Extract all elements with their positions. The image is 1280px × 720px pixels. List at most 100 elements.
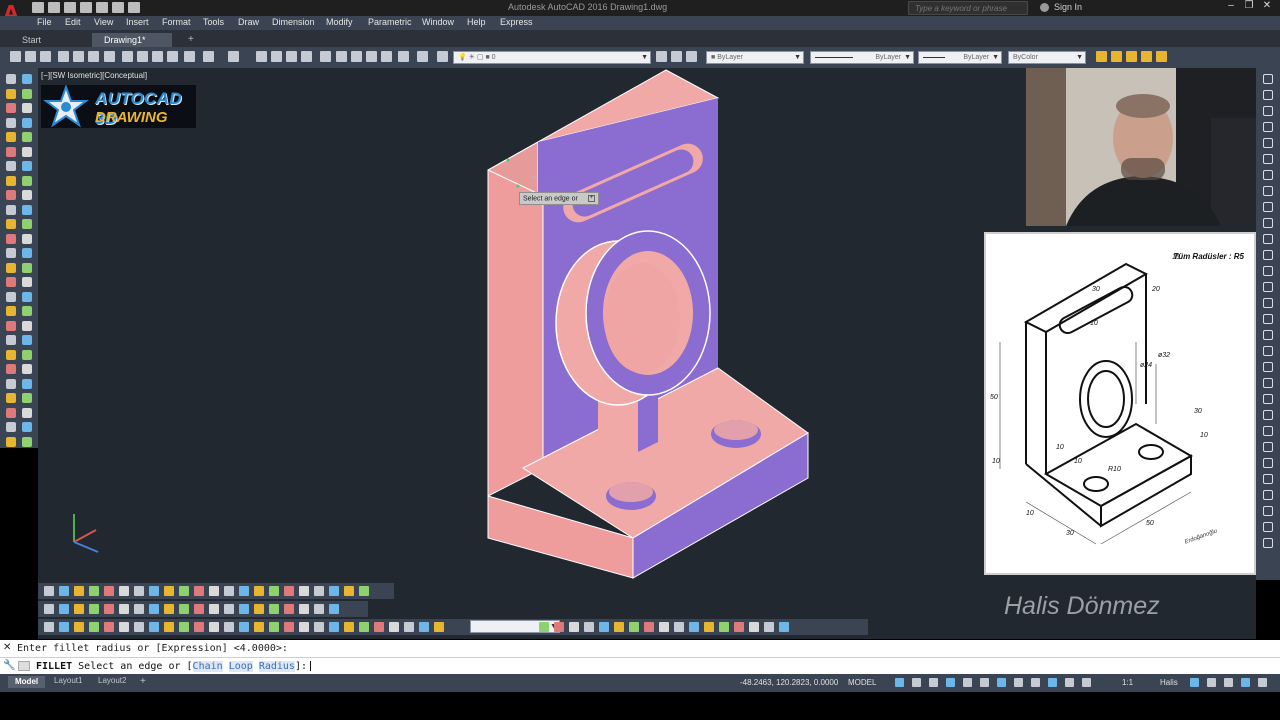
toolbar0-tool-12-icon[interactable]: [224, 586, 234, 596]
option-chain[interactable]: Chain: [192, 661, 223, 672]
menu-tools[interactable]: Tools: [203, 17, 224, 27]
tab-start[interactable]: Start: [10, 33, 53, 47]
draw-tool-21-icon[interactable]: [22, 219, 32, 229]
menu-help[interactable]: Help: [467, 17, 486, 27]
draw-tool-26-icon[interactable]: [6, 262, 16, 273]
toolbar2-tool-27-icon[interactable]: [539, 622, 549, 632]
toolbar1-tool-9-icon[interactable]: [179, 604, 189, 614]
draw-tool-41-icon[interactable]: [22, 364, 32, 374]
toolbar2-tool-17-icon[interactable]: [299, 622, 309, 632]
draw-tool-42-icon[interactable]: [6, 378, 16, 389]
draw-tool-38-icon[interactable]: [6, 349, 16, 360]
status-toggle-12-icon[interactable]: [1190, 678, 1199, 687]
toolbar0-tool-11-icon[interactable]: [209, 586, 219, 596]
menu-modify[interactable]: Modify: [326, 17, 353, 27]
status-toggle-14-icon[interactable]: [1224, 678, 1233, 687]
draw-tool-49-icon[interactable]: [22, 422, 32, 432]
design-center-icon[interactable]: [336, 51, 347, 62]
draw-tool-46-icon[interactable]: [6, 407, 16, 418]
pan-icon[interactable]: [256, 51, 267, 62]
toolbar0-tool-4-icon[interactable]: [104, 586, 114, 596]
toolbar2-tool-12-icon[interactable]: [224, 622, 234, 632]
toolbar2-tool-10-icon[interactable]: [194, 622, 204, 632]
toolbar0-tool-19-icon[interactable]: [329, 586, 339, 596]
view-tool-14-icon[interactable]: [1263, 298, 1273, 308]
view-tool-5-icon[interactable]: [1263, 154, 1273, 164]
view-tool-3-icon[interactable]: [1263, 122, 1273, 132]
draw-tool-27-icon[interactable]: [22, 262, 32, 273]
preview-icon[interactable]: [73, 51, 84, 62]
toolbar1-tool-3-icon[interactable]: [89, 604, 99, 614]
toolbar2-tool-41-icon[interactable]: [749, 622, 759, 632]
open-icon[interactable]: [48, 2, 60, 13]
table-icon[interactable]: [1126, 51, 1137, 62]
toolbar1-tool-14-icon[interactable]: [254, 604, 264, 614]
copy-icon[interactable]: [137, 51, 148, 62]
toolbar1-tool-12-icon[interactable]: [224, 604, 234, 614]
view-tool-11-icon[interactable]: [1263, 250, 1273, 260]
toolbar1-tool-13-icon[interactable]: [239, 604, 249, 614]
layer-previous-icon[interactable]: [671, 51, 682, 62]
tab-drawing1[interactable]: Drawing1*: [92, 33, 172, 47]
draw-tool-0-icon[interactable]: [6, 74, 16, 84]
toolbar0-tool-7-icon[interactable]: [149, 586, 159, 596]
text-icon[interactable]: [1141, 51, 1152, 62]
view-tool-23-icon[interactable]: [1263, 442, 1273, 452]
toolbar2-tool-6-icon[interactable]: [134, 622, 144, 632]
draw-tool-34-icon[interactable]: [6, 320, 16, 331]
view-tool-8-icon[interactable]: [1263, 202, 1273, 212]
tab-model[interactable]: Model: [8, 676, 46, 688]
recent-commands-icon[interactable]: [18, 661, 30, 671]
toolbar1-tool-17-icon[interactable]: [299, 604, 309, 614]
view-tool-22-icon[interactable]: [1263, 426, 1273, 436]
status-toggle-3-icon[interactable]: [946, 678, 955, 687]
tab-layout2[interactable]: Layout2: [98, 676, 126, 688]
toolbar2-tool-1-icon[interactable]: [59, 622, 69, 632]
draw-tool-2-icon[interactable]: [6, 88, 16, 99]
draw-tool-25-icon[interactable]: [22, 248, 32, 258]
tool-palettes-icon[interactable]: [351, 51, 362, 62]
draw-tool-6-icon[interactable]: [6, 117, 16, 128]
draw-tool-23-icon[interactable]: [22, 233, 32, 244]
help-icon[interactable]: [417, 51, 428, 62]
view-tool-25-icon[interactable]: [1263, 474, 1273, 484]
draw-tool-7-icon[interactable]: [22, 117, 32, 128]
properties-icon[interactable]: [320, 51, 331, 62]
draw-tool-29-icon[interactable]: [22, 277, 32, 287]
toolbar2-tool-30-icon[interactable]: [584, 622, 594, 632]
sign-in[interactable]: Sign In: [1040, 2, 1082, 13]
toolbar2-tool-14-icon[interactable]: [254, 622, 264, 632]
toolbar2-tool-31-icon[interactable]: [599, 622, 609, 632]
toolbar2-tool-11-icon[interactable]: [209, 622, 219, 632]
toolbar2-tool-33-icon[interactable]: [629, 622, 639, 632]
draw-tool-31-icon[interactable]: [22, 291, 32, 302]
toolbar0-tool-5-icon[interactable]: [119, 586, 129, 596]
view-tool-21-icon[interactable]: [1263, 410, 1273, 420]
draw-tool-18-icon[interactable]: [6, 204, 16, 215]
view-tool-27-icon[interactable]: [1263, 506, 1273, 516]
toolbar0-tool-14-icon[interactable]: [254, 586, 264, 596]
view-tool-18-icon[interactable]: [1263, 362, 1273, 372]
coordinates-readout[interactable]: -48.2463, 120.2823, 0.0000: [740, 678, 838, 687]
toolbar2-tool-19-icon[interactable]: [329, 622, 339, 632]
zoom-realtime-icon[interactable]: [271, 51, 282, 62]
view-tool-19-icon[interactable]: [1263, 378, 1273, 388]
3d-print-icon[interactable]: [104, 51, 115, 62]
menu-draw[interactable]: Draw: [238, 17, 259, 27]
tooltip-options-icon[interactable]: +: [587, 195, 595, 202]
draw-tool-50-icon[interactable]: [6, 436, 16, 447]
menu-view[interactable]: View: [94, 17, 113, 27]
view-tool-4-icon[interactable]: [1263, 138, 1273, 148]
draw-tool-43-icon[interactable]: [22, 378, 32, 389]
status-toggle-6-icon[interactable]: [997, 678, 1006, 687]
status-toggle-10-icon[interactable]: [1065, 678, 1074, 687]
toolbar2-tool-2-icon[interactable]: [74, 622, 84, 632]
undo-icon[interactable]: [203, 51, 214, 62]
draw-tool-48-icon[interactable]: [6, 422, 16, 432]
layer-state-icon[interactable]: [686, 51, 697, 62]
draw-tool-10-icon[interactable]: [6, 146, 16, 157]
quickcalc-icon[interactable]: [398, 51, 409, 62]
draw-tool-36-icon[interactable]: [6, 335, 16, 345]
toolbar2-tool-24-icon[interactable]: [404, 622, 414, 632]
plotstyle-dropdown[interactable]: ByColor ▼: [1008, 51, 1086, 64]
